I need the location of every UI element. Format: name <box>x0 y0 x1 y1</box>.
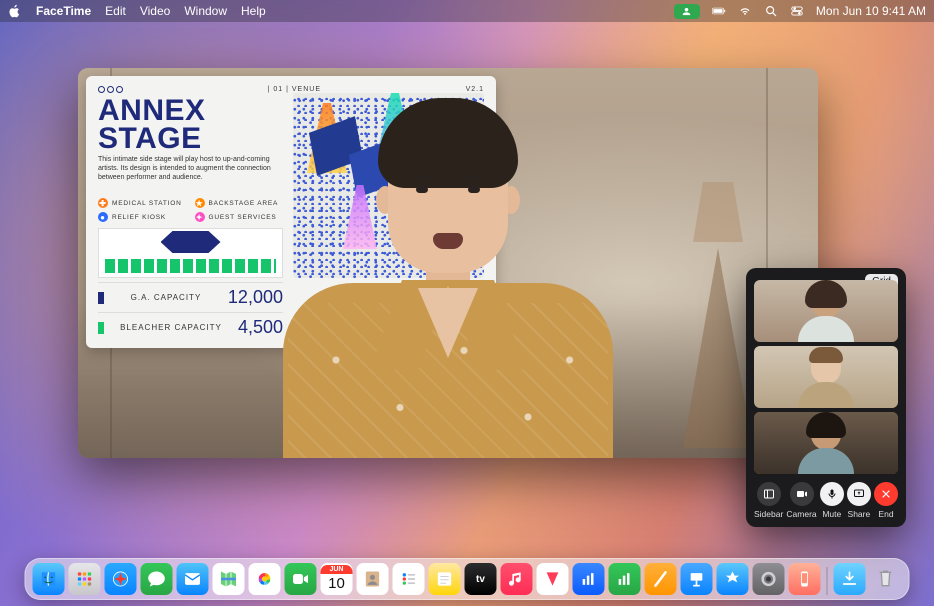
dock-settings[interactable] <box>753 563 785 595</box>
mute-button[interactable]: Mute <box>820 482 844 519</box>
desktop: FaceTime Edit Video Window Help Mon Jun … <box>0 0 934 606</box>
dock-launchpad[interactable] <box>69 563 101 595</box>
microphone-icon <box>826 488 838 500</box>
share-button[interactable]: Share <box>847 482 871 519</box>
camera-icon <box>796 488 808 500</box>
menubar-app-name[interactable]: FaceTime <box>36 4 91 18</box>
share-screen-icon <box>853 488 865 500</box>
close-icon <box>880 488 892 500</box>
dock-notes[interactable] <box>429 563 461 595</box>
control-center-icon[interactable] <box>790 4 804 18</box>
wifi-icon[interactable] <box>738 4 752 18</box>
dock-mail[interactable] <box>177 563 209 595</box>
dock-photos[interactable] <box>249 563 281 595</box>
dock-messages[interactable] <box>141 563 173 595</box>
dock-iphone-mirroring[interactable] <box>789 563 821 595</box>
dock-contacts[interactable] <box>357 563 389 595</box>
dock-keynote[interactable] <box>681 563 713 595</box>
menubar-video[interactable]: Video <box>140 4 170 18</box>
presentation-legend: ✚MEDICAL STATION ★BACKSTAGE AREA ●RELIEF… <box>98 198 283 222</box>
menubar: FaceTime Edit Video Window Help Mon Jun … <box>0 0 934 22</box>
apple-logo-icon <box>8 4 22 18</box>
dock-trash[interactable] <box>870 563 902 595</box>
presentation-description: This intimate side stage will play host … <box>98 156 283 192</box>
presentation-title: ANNEXSTAGE <box>98 97 283 152</box>
dock-reminders[interactable] <box>393 563 425 595</box>
battery-icon[interactable] <box>712 4 726 18</box>
menubar-clock[interactable]: Mon Jun 10 9:41 AM <box>816 4 926 18</box>
spotlight-icon[interactable] <box>764 4 778 18</box>
sidebar-button[interactable]: Sidebar <box>754 482 783 519</box>
dock-calendar[interactable]: JUN 10 <box>321 563 353 595</box>
dock-appstore[interactable] <box>717 563 749 595</box>
menubar-help[interactable]: Help <box>241 4 266 18</box>
remote-participant-video <box>268 68 628 458</box>
ga-capacity-row: G.A. CAPACITY 12,000 <box>98 282 283 308</box>
dock-numbers-alt[interactable] <box>573 563 605 595</box>
dock-maps[interactable] <box>213 563 245 595</box>
presentation-minimap <box>98 228 283 278</box>
menubar-edit[interactable]: Edit <box>105 4 126 18</box>
menubar-window[interactable]: Window <box>184 4 227 18</box>
dock-finder[interactable] <box>33 563 65 595</box>
facetime-panel[interactable]: Grid Sidebar Camera Mute Share <box>746 268 906 527</box>
participant-tile-2[interactable] <box>754 346 898 408</box>
dock-separator <box>827 567 828 595</box>
dock-facetime[interactable] <box>285 563 317 595</box>
participant-tile-1[interactable] <box>754 280 898 342</box>
sidebar-icon <box>763 488 775 500</box>
dock-news[interactable] <box>537 563 569 595</box>
end-call-button[interactable]: End <box>874 482 898 519</box>
bleacher-capacity-row: BLEACHER CAPACITY 4,500 <box>98 312 283 338</box>
dock-downloads[interactable] <box>834 563 866 595</box>
apple-menu[interactable] <box>8 4 22 18</box>
dock-pages[interactable] <box>645 563 677 595</box>
dock-music[interactable] <box>501 563 533 595</box>
facetime-main-window[interactable]: | 01 | VENUE V2.1 ANNEXSTAGE This intima… <box>78 68 818 458</box>
screenshare-status-icon[interactable] <box>674 4 700 19</box>
dock-safari[interactable] <box>105 563 137 595</box>
dock-tv[interactable]: tv <box>465 563 497 595</box>
dock: JUN 10 tv <box>25 558 910 600</box>
camera-button[interactable]: Camera <box>786 482 816 519</box>
presentation-logo-icon <box>98 86 123 93</box>
dock-numbers[interactable] <box>609 563 641 595</box>
self-view-tile[interactable] <box>754 412 898 474</box>
